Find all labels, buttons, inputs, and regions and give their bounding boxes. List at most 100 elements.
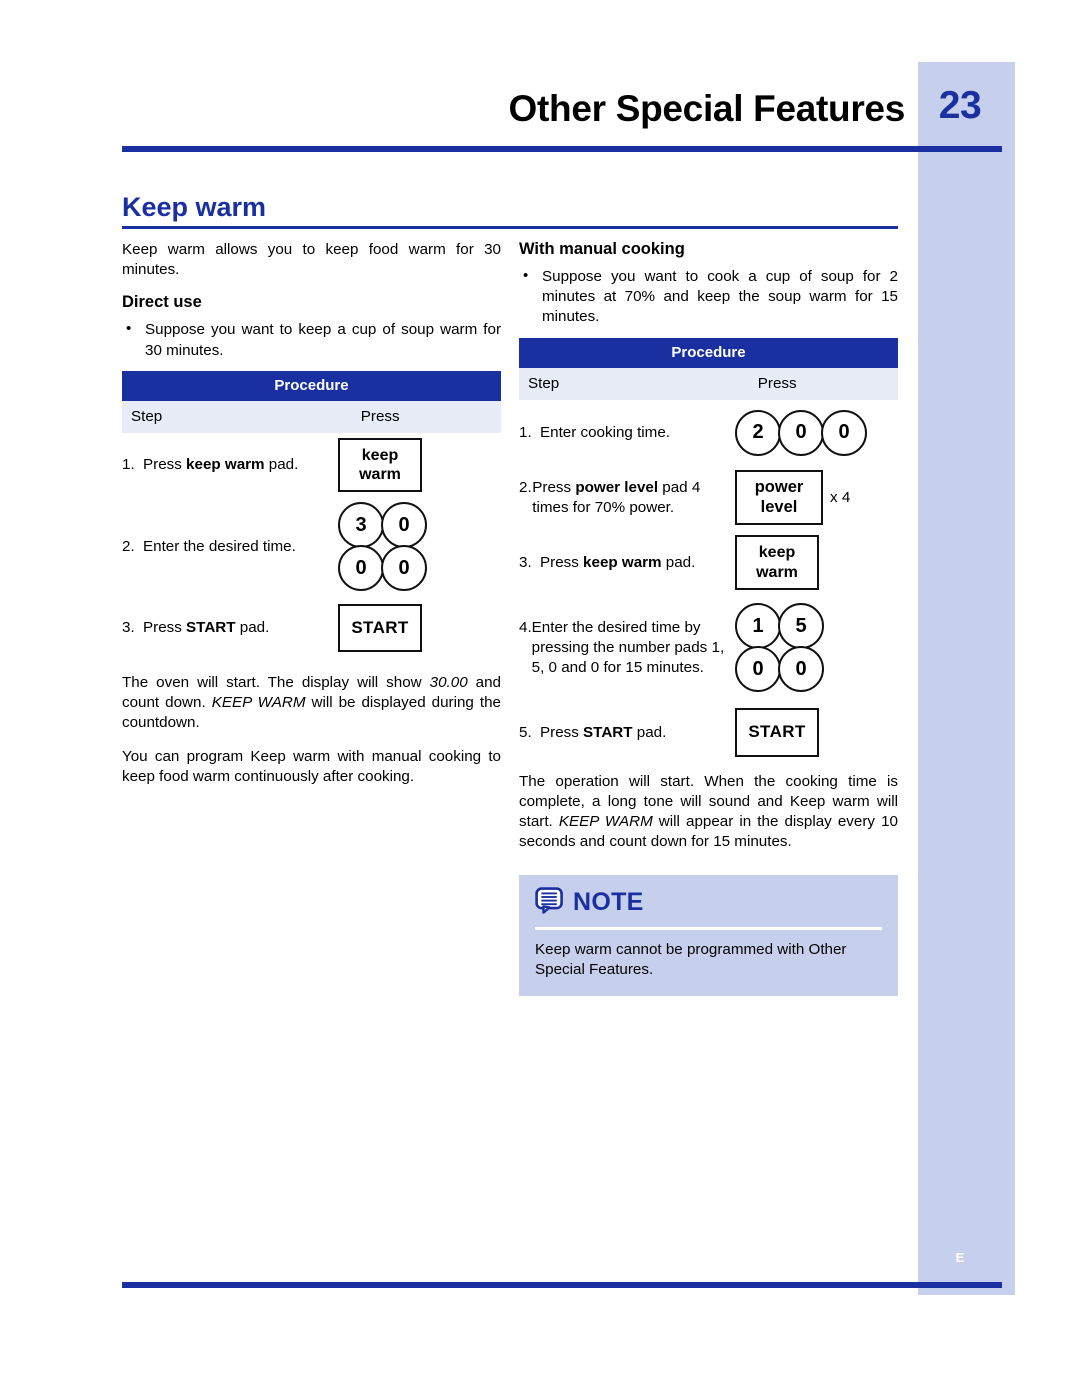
step-number: 2. [519,478,532,496]
procedure-title: Procedure [122,370,501,401]
step-text-after: pad. [632,723,667,741]
table-row: 1. Press keep warm pad. keep warm [122,435,501,495]
page-side-tab [918,62,1015,1295]
procedure-column-headers: Step Press [519,367,898,400]
press-cell: START [338,603,501,653]
press-cell: power level x 4 [735,469,898,526]
direct-use-procedure-table: Procedure Step Press 1. Press keep warm … [122,370,501,657]
step-number: 3. [122,619,135,636]
press-cell: START [735,708,898,757]
table-row: 2. Press power level pad 4 times for 70%… [519,464,898,532]
column-header-press: Press [360,407,400,425]
number-pad-0[interactable]: 0 [778,409,825,456]
power-level-pad[interactable]: power level [735,469,824,526]
chapter-title: Other Special Features [508,88,906,129]
list-item: Suppose you want to keep a cup of soup w… [122,319,501,360]
step-text-before: Press [540,553,584,571]
press-cell: 1 5 0 0 [735,603,898,693]
table-row: 3. Press START pad. START [122,599,501,657]
section-rule [122,226,898,229]
step-text-after: pad. [661,553,696,571]
step-text-after: pad. [235,619,270,636]
keep-warm-intro: Keep warm allows you to keep food warm f… [122,241,501,279]
step-text-before: Press [143,456,187,473]
note-header: NOTE [535,886,882,919]
keep-warm-pad[interactable]: keep warm [735,535,820,590]
step-text-before: Enter the desired time. [143,538,296,555]
table-row: 3. Press keep warm pad. keep warm [519,532,898,594]
pad-multiplier: x 4 [830,489,851,507]
number-pad-0[interactable]: 0 [821,409,868,456]
list-item: Suppose you want to cook a cup of soup f… [519,266,898,328]
step-text: 2. Press power level pad 4 times for 70%… [519,478,735,518]
manual-page: 2 3 E Other Special Features Keep warm Ke… [0,0,1080,1377]
number-pad-2[interactable]: 2 [735,409,782,456]
direct-use-bullets: Suppose you want to keep a cup of soup w… [122,319,501,360]
note-divider [535,926,882,930]
note-box: NOTE Keep warm cannot be programmed with… [519,874,898,996]
number-pad-0[interactable]: 0 [338,545,385,592]
press-cell: keep warm [338,437,501,493]
manual-cooking-result-paragraph: The operation will start. When the cooki… [519,772,898,853]
step-text-before: Enter the desired time by pressing the n… [531,619,725,676]
note-body-text: Keep warm cannot be programmed with Othe… [535,940,847,978]
step-number: 4. [519,619,532,637]
pad-label-line1: keep [361,446,399,464]
paragraph-part-a: The oven will start. The display will sh… [122,673,430,691]
section-title: Keep warm [122,192,267,222]
start-pad[interactable]: START [735,708,820,757]
table-row: 5. Press START pad. START [519,702,898,764]
step-text: 1. Enter cooking time. [519,423,735,443]
step-text: 3. Press keep warm pad. [519,553,735,573]
step-text: 4. Enter the desired time by pressing th… [519,618,735,677]
number-pad-grid: 3 0 0 0 [338,502,428,592]
manual-cooking-procedure-table: Procedure Step Press 1. Enter cooking ti… [519,337,898,764]
step-text-before: Press [532,478,576,496]
direct-use-result-paragraph: The oven will start. The display will sh… [122,673,501,734]
right-column: With manual cooking Suppose you want to … [519,240,898,996]
display-text-keep-warm: KEEP WARM [558,813,653,831]
manual-cooking-bullets: Suppose you want to cook a cup of soup f… [519,266,898,328]
number-pad-3[interactable]: 3 [338,502,385,549]
step-number: 3. [519,553,532,571]
step-text-bold: keep warm [186,456,265,473]
direct-use-heading: Direct use [122,293,202,312]
left-column: Keep warm allows you to keep food warm f… [122,240,501,787]
number-pad-0[interactable]: 0 [381,502,428,549]
keep-warm-pad[interactable]: keep warm [338,437,423,493]
number-pad-5[interactable]: 5 [778,603,825,650]
number-pad-0[interactable]: 0 [778,646,825,693]
number-pad-0[interactable]: 0 [735,646,782,693]
step-number: 1. [122,456,135,473]
step-text: 2. Enter the desired time. [122,537,338,557]
table-row: 4. Enter the desired time by pressing th… [519,594,898,702]
number-pad-grid: 1 5 0 0 [735,603,825,693]
display-text-keep-warm: KEEP WARM [211,694,306,712]
step-text-bold: START [583,723,633,741]
direct-use-note-paragraph: You can program Keep warm with manual co… [122,747,501,785]
press-cell: 3 0 0 0 [338,502,501,592]
pad-label-line2: warm [756,563,798,581]
step-text-bold: START [186,619,236,636]
note-bubble-icon [535,886,564,919]
number-pad-1[interactable]: 1 [735,603,782,650]
note-title: NOTE [573,888,644,917]
table-row: 2. Enter the desired time. 3 0 0 0 [122,495,501,599]
pad-label-line1: keep [758,544,796,562]
step-text-before: Press [540,723,584,741]
number-pad-row: 2 0 0 [735,409,868,456]
start-pad[interactable]: START [338,603,423,653]
header-rule [122,146,1002,152]
display-value-30-00: 30.00 [429,673,468,691]
pad-label-line2: warm [359,465,401,483]
press-cell: 2 0 0 [735,409,898,456]
number-pad-0[interactable]: 0 [381,545,428,592]
step-text: 1. Press keep warm pad. [122,455,338,475]
column-header-step: Step [528,374,560,392]
step-text-before: Press [143,619,187,636]
side-tab-letter: E [955,1250,965,1265]
step-number: 5. [519,723,532,741]
procedure-rows: 1. Press keep warm pad. keep warm 2. Ent… [122,435,501,657]
column-header-press: Press [757,374,797,392]
step-text: 5. Press START pad. [519,723,735,743]
